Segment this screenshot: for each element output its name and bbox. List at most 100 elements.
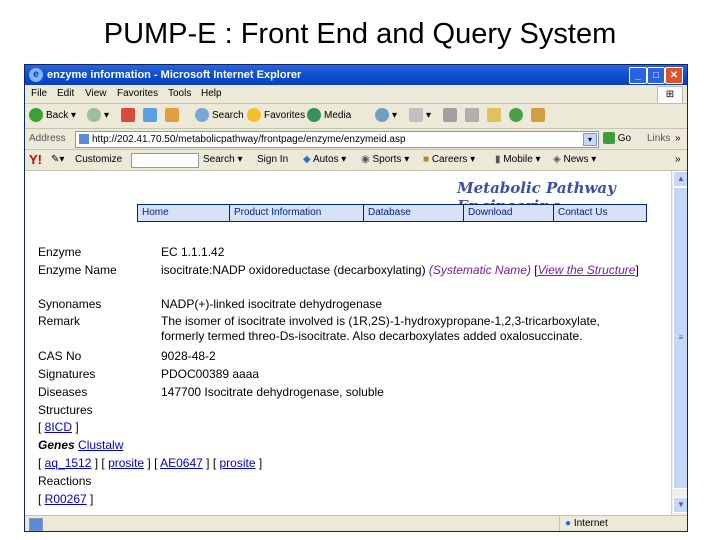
- favorites-label: Favorites: [264, 110, 306, 121]
- nav-contact-us[interactable]: Contact Us: [554, 205, 646, 221]
- yahoo-search-label: Search: [203, 154, 235, 165]
- diseases-label: Diseases: [38, 385, 88, 399]
- status-zone: ● Internet: [565, 516, 608, 531]
- messenger-button[interactable]: [509, 104, 526, 128]
- gene-ae0647-link[interactable]: AE0647: [160, 456, 203, 470]
- diseases-value: 147700 Isocitrate dehydrogenase, soluble: [161, 385, 384, 399]
- signin-button[interactable]: Sign In: [257, 150, 288, 170]
- pencil-icon[interactable]: ✎▾: [51, 150, 64, 170]
- news-label: News: [563, 154, 589, 165]
- status-bar: ● Internet: [25, 515, 687, 531]
- go-label: Go: [617, 133, 632, 144]
- nav-database[interactable]: Database: [364, 205, 464, 221]
- standard-toolbar: Back ▾ ▾ Search Favorites Media ▾ ▾: [25, 104, 687, 129]
- mobile-link[interactable]: ▮ Mobile ▾: [495, 150, 541, 170]
- structures-links: [ 8ICD ]: [38, 420, 79, 434]
- edit-button[interactable]: [465, 104, 482, 128]
- refresh-icon: [143, 108, 157, 123]
- vertical-scrollbar[interactable]: ▲ ≡ ▼: [671, 171, 687, 515]
- address-dropdown[interactable]: ▾: [583, 133, 597, 146]
- reactions-links: [ R00267 ]: [38, 492, 94, 506]
- go-button[interactable]: Go: [603, 129, 631, 149]
- home-button[interactable]: [165, 104, 182, 128]
- nav-download[interactable]: Download: [464, 205, 554, 221]
- go-arrow-icon: [603, 132, 615, 145]
- cas-value: 9028-48-2: [161, 349, 216, 363]
- view-structure-link[interactable]: View the Structure: [538, 263, 636, 277]
- windows-flag-icon: ⊞: [657, 86, 683, 104]
- maximize-button[interactable]: □: [647, 67, 665, 84]
- enzyme-value: EC 1.1.1.42: [161, 245, 225, 259]
- forward-button[interactable]: ▾: [87, 104, 109, 128]
- refresh-button[interactable]: [143, 104, 160, 128]
- autos-link[interactable]: ◆ Autos ▾: [303, 150, 346, 170]
- window-title: enzyme information - Microsoft Internet …: [47, 69, 302, 81]
- media-icon: [307, 108, 321, 123]
- scroll-down-icon[interactable]: ▼: [673, 497, 687, 513]
- yahoo-logo-icon[interactable]: Y!: [29, 150, 42, 170]
- enzyme-name-text: isocitrate:NADP oxidoreductase (decarbox…: [161, 263, 426, 277]
- menu-view[interactable]: View: [85, 85, 107, 103]
- mail-button[interactable]: ▾: [409, 104, 431, 128]
- status-page-icon: [29, 518, 43, 531]
- history-button[interactable]: ▾: [375, 104, 397, 128]
- close-button[interactable]: ✕: [665, 67, 683, 84]
- briefcase-icon: ■: [423, 154, 430, 165]
- clustalw-link[interactable]: Clustalw: [78, 438, 123, 452]
- toolbar-chevron-icon[interactable]: »: [675, 150, 681, 170]
- nav-product-information[interactable]: Product Information: [230, 205, 364, 221]
- mail-icon: [409, 108, 423, 123]
- window-titlebar[interactable]: e enzyme information - Microsoft Interne…: [25, 65, 687, 85]
- structures-label: Structures: [38, 403, 93, 417]
- cas-label: CAS No: [38, 349, 82, 363]
- careers-label: Careers: [431, 154, 468, 165]
- back-button[interactable]: Back ▾: [29, 104, 76, 128]
- reactions-label: Reactions: [38, 474, 92, 488]
- customize-button[interactable]: Customize: [75, 150, 122, 170]
- back-arrow-icon: [29, 108, 43, 123]
- gene-prosite-link-1[interactable]: prosite: [108, 456, 144, 470]
- menu-edit[interactable]: Edit: [57, 85, 74, 103]
- yahoo-search-button[interactable]: Search ▾: [203, 150, 243, 170]
- stop-button[interactable]: [121, 104, 138, 128]
- media-button[interactable]: Media: [307, 104, 351, 128]
- careers-link[interactable]: ■ Careers ▾: [423, 150, 475, 170]
- menu-help[interactable]: Help: [201, 85, 222, 103]
- minimize-button[interactable]: _: [629, 67, 647, 84]
- scroll-thumb[interactable]: ≡: [673, 187, 687, 489]
- yahoo-search-input[interactable]: [131, 153, 199, 168]
- folder-icon: [487, 108, 501, 123]
- star-icon: [247, 108, 261, 123]
- news-icon: ◈: [553, 154, 561, 165]
- research-button[interactable]: [531, 104, 548, 128]
- autos-label: Autos: [312, 154, 339, 165]
- search-button[interactable]: Search: [195, 104, 244, 128]
- page-icon: [79, 134, 89, 145]
- links-button[interactable]: Links: [647, 129, 670, 149]
- stop-icon: [121, 108, 135, 123]
- favorites-button[interactable]: Favorites: [247, 104, 305, 128]
- structure-8icd-link[interactable]: 8ICD: [45, 420, 72, 434]
- scroll-up-icon[interactable]: ▲: [673, 171, 687, 187]
- nav-home[interactable]: Home: [138, 205, 230, 221]
- media-label: Media: [324, 110, 352, 121]
- print-button[interactable]: [443, 104, 460, 128]
- links-chevron-icon[interactable]: »: [675, 129, 681, 149]
- gene-aq1512-link[interactable]: aq_1512: [45, 456, 92, 470]
- reaction-r00267-link[interactable]: R00267: [45, 492, 87, 506]
- print-icon: [443, 108, 457, 123]
- enzyme-name-label: Enzyme Name: [38, 263, 117, 277]
- site-nav: Home Product Information Database Downlo…: [137, 204, 647, 222]
- address-input[interactable]: http://202.41.70.50/metabolicpathway/fro…: [75, 131, 599, 148]
- news-link[interactable]: ◈ News ▾: [553, 150, 596, 170]
- sports-link[interactable]: ◉ Sports ▾: [361, 150, 409, 170]
- address-url: http://202.41.70.50/metabolicpathway/fro…: [92, 134, 406, 145]
- systematic-name-note: (Systematic Name): [428, 263, 531, 277]
- menu-file[interactable]: File: [31, 85, 47, 103]
- gene-prosite-link-2[interactable]: prosite: [219, 456, 255, 470]
- menu-tools[interactable]: Tools: [168, 85, 191, 103]
- discuss-button[interactable]: [487, 104, 504, 128]
- menu-favorites[interactable]: Favorites: [117, 85, 158, 103]
- synonyms-value: NADP(+)-linked isocitrate dehydrogenase: [161, 297, 383, 311]
- yahoo-toolbar: Y! ✎▾ Customize Search ▾ Sign In ◆ Autos…: [25, 150, 687, 171]
